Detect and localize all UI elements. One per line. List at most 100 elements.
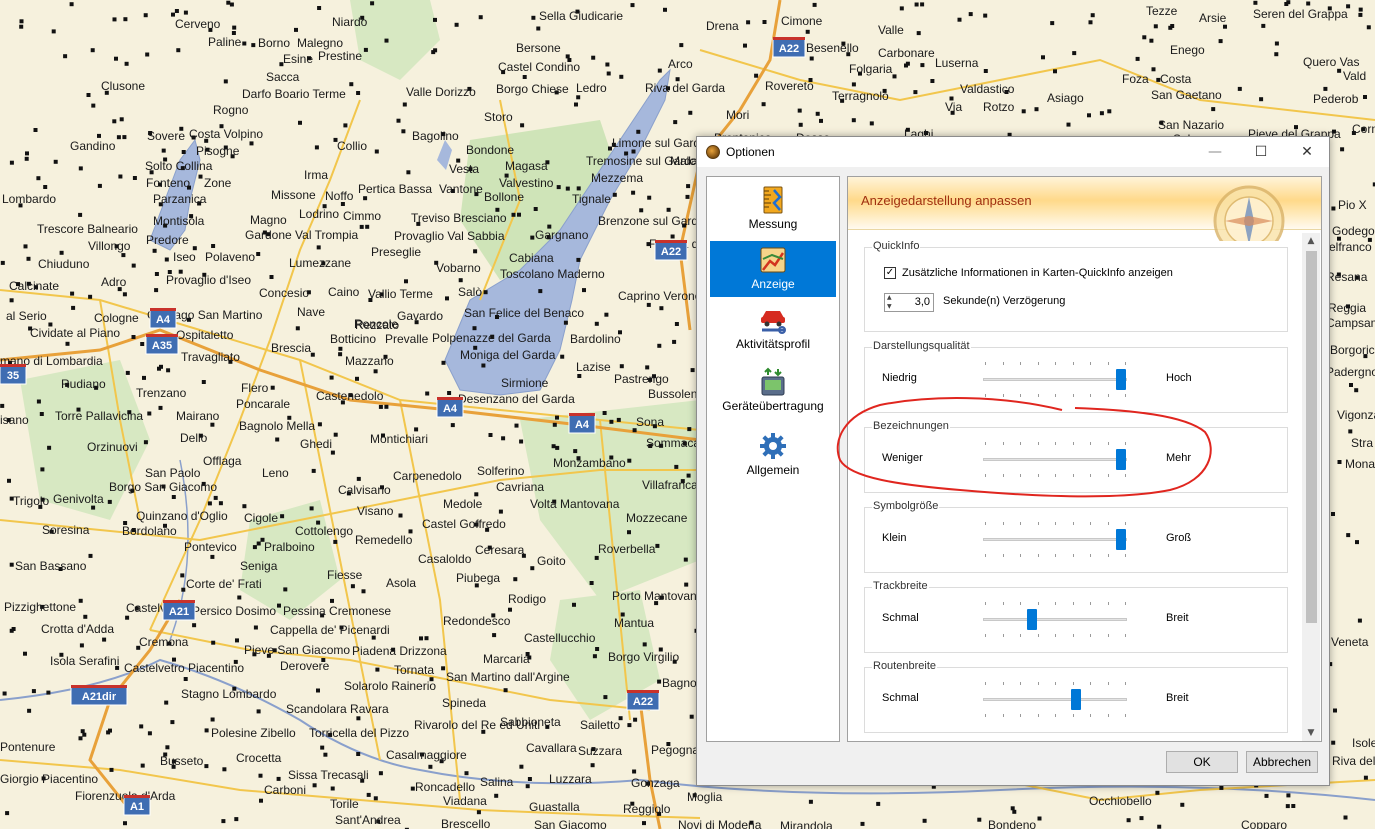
poi-marker[interactable] — [242, 41, 247, 46]
poi-marker[interactable] — [154, 272, 159, 276]
poi-marker[interactable] — [143, 440, 148, 445]
poi-marker[interactable] — [472, 326, 477, 331]
poi-marker[interactable] — [920, 63, 925, 68]
poi-marker[interactable] — [1323, 86, 1328, 91]
poi-marker[interactable] — [809, 56, 814, 61]
poi-marker[interactable] — [762, 20, 767, 24]
poi-marker[interactable] — [78, 166, 83, 171]
poi-marker[interactable] — [249, 141, 254, 146]
poi-marker[interactable] — [657, 343, 662, 348]
poi-marker[interactable] — [338, 346, 343, 351]
poi-marker[interactable] — [531, 15, 536, 20]
slider-thumb[interactable] — [1071, 689, 1082, 710]
poi-marker[interactable] — [674, 464, 679, 469]
poi-marker[interactable] — [746, 20, 751, 25]
poi-marker[interactable] — [560, 354, 565, 359]
poi-marker[interactable] — [1358, 12, 1363, 17]
poi-marker[interactable] — [632, 769, 637, 774]
poi-marker[interactable] — [406, 170, 411, 175]
poi-marker[interactable] — [1151, 67, 1156, 72]
poi-marker[interactable] — [140, 342, 145, 346]
poi-marker[interactable] — [1237, 86, 1242, 91]
poi-marker[interactable] — [33, 128, 38, 132]
poi-marker[interactable] — [630, 3, 635, 8]
poi-marker[interactable] — [314, 145, 319, 150]
poi-marker[interactable] — [1088, 20, 1093, 25]
poi-marker[interactable] — [396, 118, 401, 123]
poi-marker[interactable] — [690, 368, 695, 373]
poi-marker[interactable] — [316, 688, 320, 693]
poi-marker[interactable] — [51, 29, 56, 34]
scroll-down-icon[interactable]: ▼ — [1302, 725, 1320, 741]
poi-marker[interactable] — [1343, 815, 1348, 820]
poi-marker[interactable] — [513, 577, 518, 582]
delay-spinner[interactable]: ▲ ▼ 3,0 — [884, 293, 934, 312]
poi-marker[interactable] — [1218, 39, 1223, 44]
poi-marker[interactable] — [242, 504, 247, 509]
poi-marker[interactable] — [24, 156, 29, 161]
poi-marker[interactable] — [565, 54, 570, 59]
poi-marker[interactable] — [359, 224, 364, 229]
poi-marker[interactable] — [119, 117, 124, 122]
poi-marker[interactable] — [657, 68, 662, 73]
poi-marker[interactable] — [404, 279, 408, 284]
poi-marker[interactable] — [530, 566, 535, 571]
poi-marker[interactable] — [1072, 51, 1077, 56]
poi-marker[interactable] — [183, 677, 188, 681]
poi-marker[interactable] — [23, 244, 28, 249]
poi-marker[interactable] — [229, 2, 234, 7]
poi-marker[interactable] — [605, 62, 610, 67]
poi-marker[interactable] — [280, 514, 285, 519]
poi-marker[interactable] — [27, 708, 32, 713]
poi-marker[interactable] — [577, 374, 582, 378]
poi-marker[interactable] — [594, 555, 599, 560]
poi-marker[interactable] — [983, 13, 988, 18]
poi-marker[interactable] — [563, 320, 568, 325]
title-bar[interactable]: Optionen — ☐ ✕ — [697, 137, 1329, 167]
poi-marker[interactable] — [158, 405, 163, 410]
poi-marker[interactable] — [88, 294, 93, 299]
poi-marker[interactable] — [1090, 13, 1095, 18]
poi-marker[interactable] — [223, 79, 228, 84]
poi-marker[interactable] — [283, 587, 288, 592]
poi-marker[interactable] — [876, 801, 881, 806]
poi-marker[interactable] — [819, 118, 823, 123]
poi-marker[interactable] — [609, 419, 614, 424]
poi-marker[interactable] — [349, 82, 354, 87]
poi-marker[interactable] — [503, 688, 508, 693]
poi-marker[interactable] — [19, 24, 24, 29]
nav-item-geraeteuebertragung[interactable]: Geräteübertragung — [710, 363, 836, 425]
poi-marker[interactable] — [1274, 52, 1279, 57]
poi-marker[interactable] — [684, 582, 689, 587]
poi-marker[interactable] — [106, 730, 111, 735]
poi-marker[interactable] — [424, 636, 429, 641]
poi-marker[interactable] — [808, 799, 813, 804]
poi-marker[interactable] — [23, 651, 27, 656]
poi-marker[interactable] — [317, 6, 322, 10]
poi-marker[interactable] — [761, 102, 766, 107]
poi-marker[interactable] — [356, 91, 361, 95]
poi-marker[interactable] — [1306, 1, 1311, 6]
poi-marker[interactable] — [63, 54, 68, 59]
poi-marker[interactable] — [375, 667, 380, 672]
poi-marker[interactable] — [655, 543, 660, 548]
poi-marker[interactable] — [1157, 824, 1162, 829]
poi-marker[interactable] — [1349, 383, 1353, 387]
poi-marker[interactable] — [576, 186, 581, 191]
poi-marker[interactable] — [592, 654, 597, 659]
poi-marker[interactable] — [312, 783, 317, 788]
poi-marker[interactable] — [256, 541, 261, 546]
poi-marker[interactable] — [2, 691, 7, 696]
poi-marker[interactable] — [606, 71, 611, 76]
poi-marker[interactable] — [211, 244, 216, 248]
poi-marker[interactable] — [914, 2, 919, 7]
poi-marker[interactable] — [582, 288, 586, 293]
poi-marker[interactable] — [9, 160, 14, 165]
poi-marker[interactable] — [47, 445, 52, 450]
spin-down-icon[interactable]: ▼ — [887, 303, 892, 311]
poi-marker[interactable] — [1180, 802, 1185, 807]
poi-marker[interactable] — [1355, 540, 1359, 545]
poi-marker[interactable] — [139, 724, 144, 729]
poi-marker[interactable] — [71, 305, 76, 310]
poi-marker[interactable] — [1333, 708, 1337, 713]
